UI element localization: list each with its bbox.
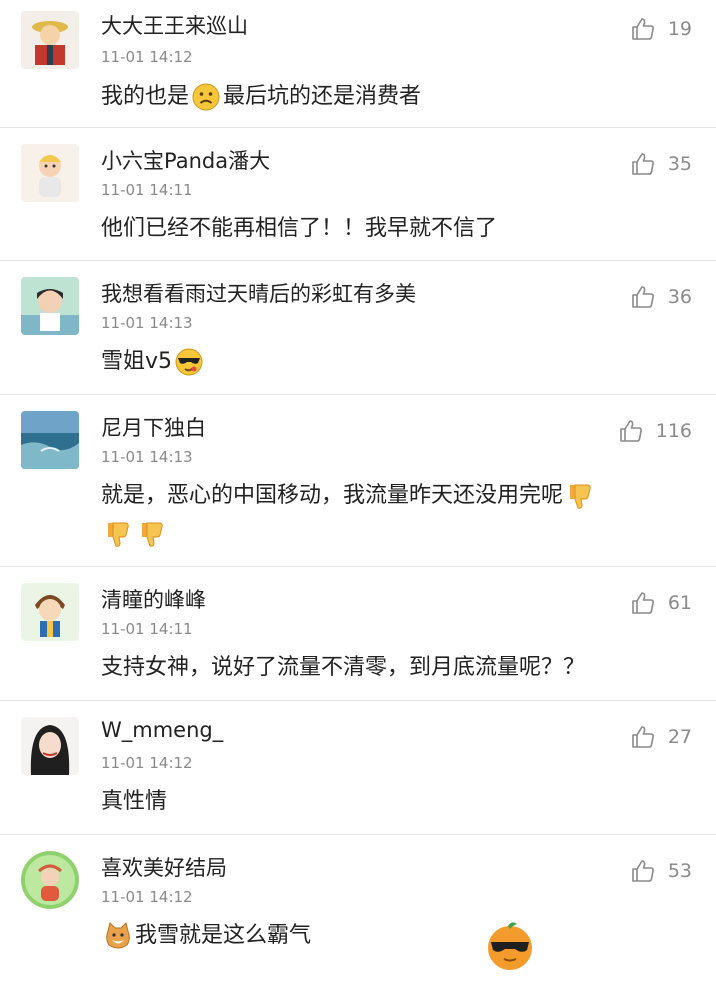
like-count: 53 [667,860,692,882]
like-button[interactable]: 53 [630,856,692,886]
thumbs-up-icon [632,18,654,40]
avatar[interactable] [21,583,79,641]
like-count: 35 [667,153,692,175]
avatar[interactable] [21,144,79,202]
comment-item: 喜欢美好结局 11-01 14:12 我雪就是这么霸气 53 [0,835,716,952]
like-button[interactable]: 19 [630,14,692,44]
thumbs-up-icon [632,286,654,308]
avatar[interactable] [21,851,79,909]
avatar[interactable] [21,717,79,775]
like-button[interactable]: 36 [630,282,692,312]
timestamp: 11-01 14:12 [101,888,193,906]
comment-text: 他们已经不能再相信了！！我早就不信了 [101,216,498,241]
like-count: 61 [667,592,692,614]
timestamp: 11-01 14:13 [101,314,193,332]
like-button[interactable]: 27 [630,722,692,752]
thumbs-up-icon [632,860,654,882]
comment-list: 大大王王来巡山 11-01 14:12 我的也是 最后坑的还是消费者 19 小六宝… [0,0,716,982]
comment-text: 就是，恶心的中国移动，我流量昨天还没用完呢 [101,477,691,553]
like-count: 36 [667,286,692,308]
thumbs-up-icon [632,592,654,614]
thumbs-down-emoji-icon [137,519,167,549]
username[interactable]: 小六宝Panda潘大 [101,145,270,175]
comment-text: 真性情 [101,789,168,814]
thumbs-down-emoji-icon [103,519,133,549]
thumbs-up-icon [619,420,642,442]
like-count: 19 [667,18,692,40]
comment-item: 我想看看雨过天晴后的彩虹有多美 11-01 14:13 雪姐v5 36 [0,261,716,395]
username[interactable]: 清瞳的峰峰 [101,584,206,614]
timestamp: 11-01 14:11 [101,181,193,199]
avatar[interactable] [21,11,79,69]
like-button[interactable]: 116 [618,416,692,446]
avatar[interactable] [21,411,79,469]
cool-face-emoji-icon [174,347,204,377]
comment-item: 清瞳的峰峰 11-01 14:11 支持女神，说好了流量不清零，到月底流量呢？？… [0,567,716,701]
thumbs-up-icon [632,726,654,748]
comment-text-part: 雪姐v5 [101,349,173,374]
username[interactable]: 大大王王来巡山 [101,10,248,40]
comment-text-part: 我的也是 [101,84,190,109]
comment-text-part: 我雪就是这么霸气 [135,923,312,948]
username[interactable]: 尼月下独白 [101,412,206,442]
like-count: 27 [667,726,692,748]
thumbs-down-emoji-icon [565,481,595,511]
sad-face-emoji-icon [191,82,221,112]
username[interactable]: W_mmeng_ [101,718,223,742]
comment-item: 尼月下独白 11-01 14:13 就是，恶心的中国移动，我流量昨天还没用完呢 … [0,395,716,567]
comment-text: 我的也是 最后坑的还是消费者 [101,78,421,116]
like-button[interactable]: 61 [630,588,692,618]
comment-item: 小六宝Panda潘大 11-01 14:11 他们已经不能再相信了！！我早就不信… [0,128,716,261]
cat-face-emoji-icon [103,921,133,951]
username[interactable]: 我想看看雨过天晴后的彩虹有多美 [101,278,416,308]
like-count: 116 [655,420,692,442]
comment-text-part: 就是，恶心的中国移动，我流量昨天还没用完呢 [101,483,564,508]
timestamp: 11-01 14:12 [101,754,193,772]
comment-item: 大大王王来巡山 11-01 14:12 我的也是 最后坑的还是消费者 19 [0,0,716,128]
username[interactable]: 喜欢美好结局 [101,852,227,882]
orange-sunglasses-sticker-icon [484,920,536,972]
timestamp: 11-01 14:12 [101,48,193,66]
timestamp: 11-01 14:13 [101,448,193,466]
comment-text-part: 最后坑的还是消费者 [223,84,422,109]
like-button[interactable]: 35 [630,149,692,179]
timestamp: 11-01 14:11 [101,620,193,638]
comment-text: 雪姐v5 [101,343,206,381]
comment-text: 我雪就是这么霸气 [101,917,311,955]
comment-item: W_mmeng_ 11-01 14:12 真性情 27 [0,701,716,835]
thumbs-up-icon [632,153,654,175]
avatar[interactable] [21,277,79,335]
comment-text: 支持女神，说好了流量不清零，到月底流量呢？？ [101,655,586,680]
